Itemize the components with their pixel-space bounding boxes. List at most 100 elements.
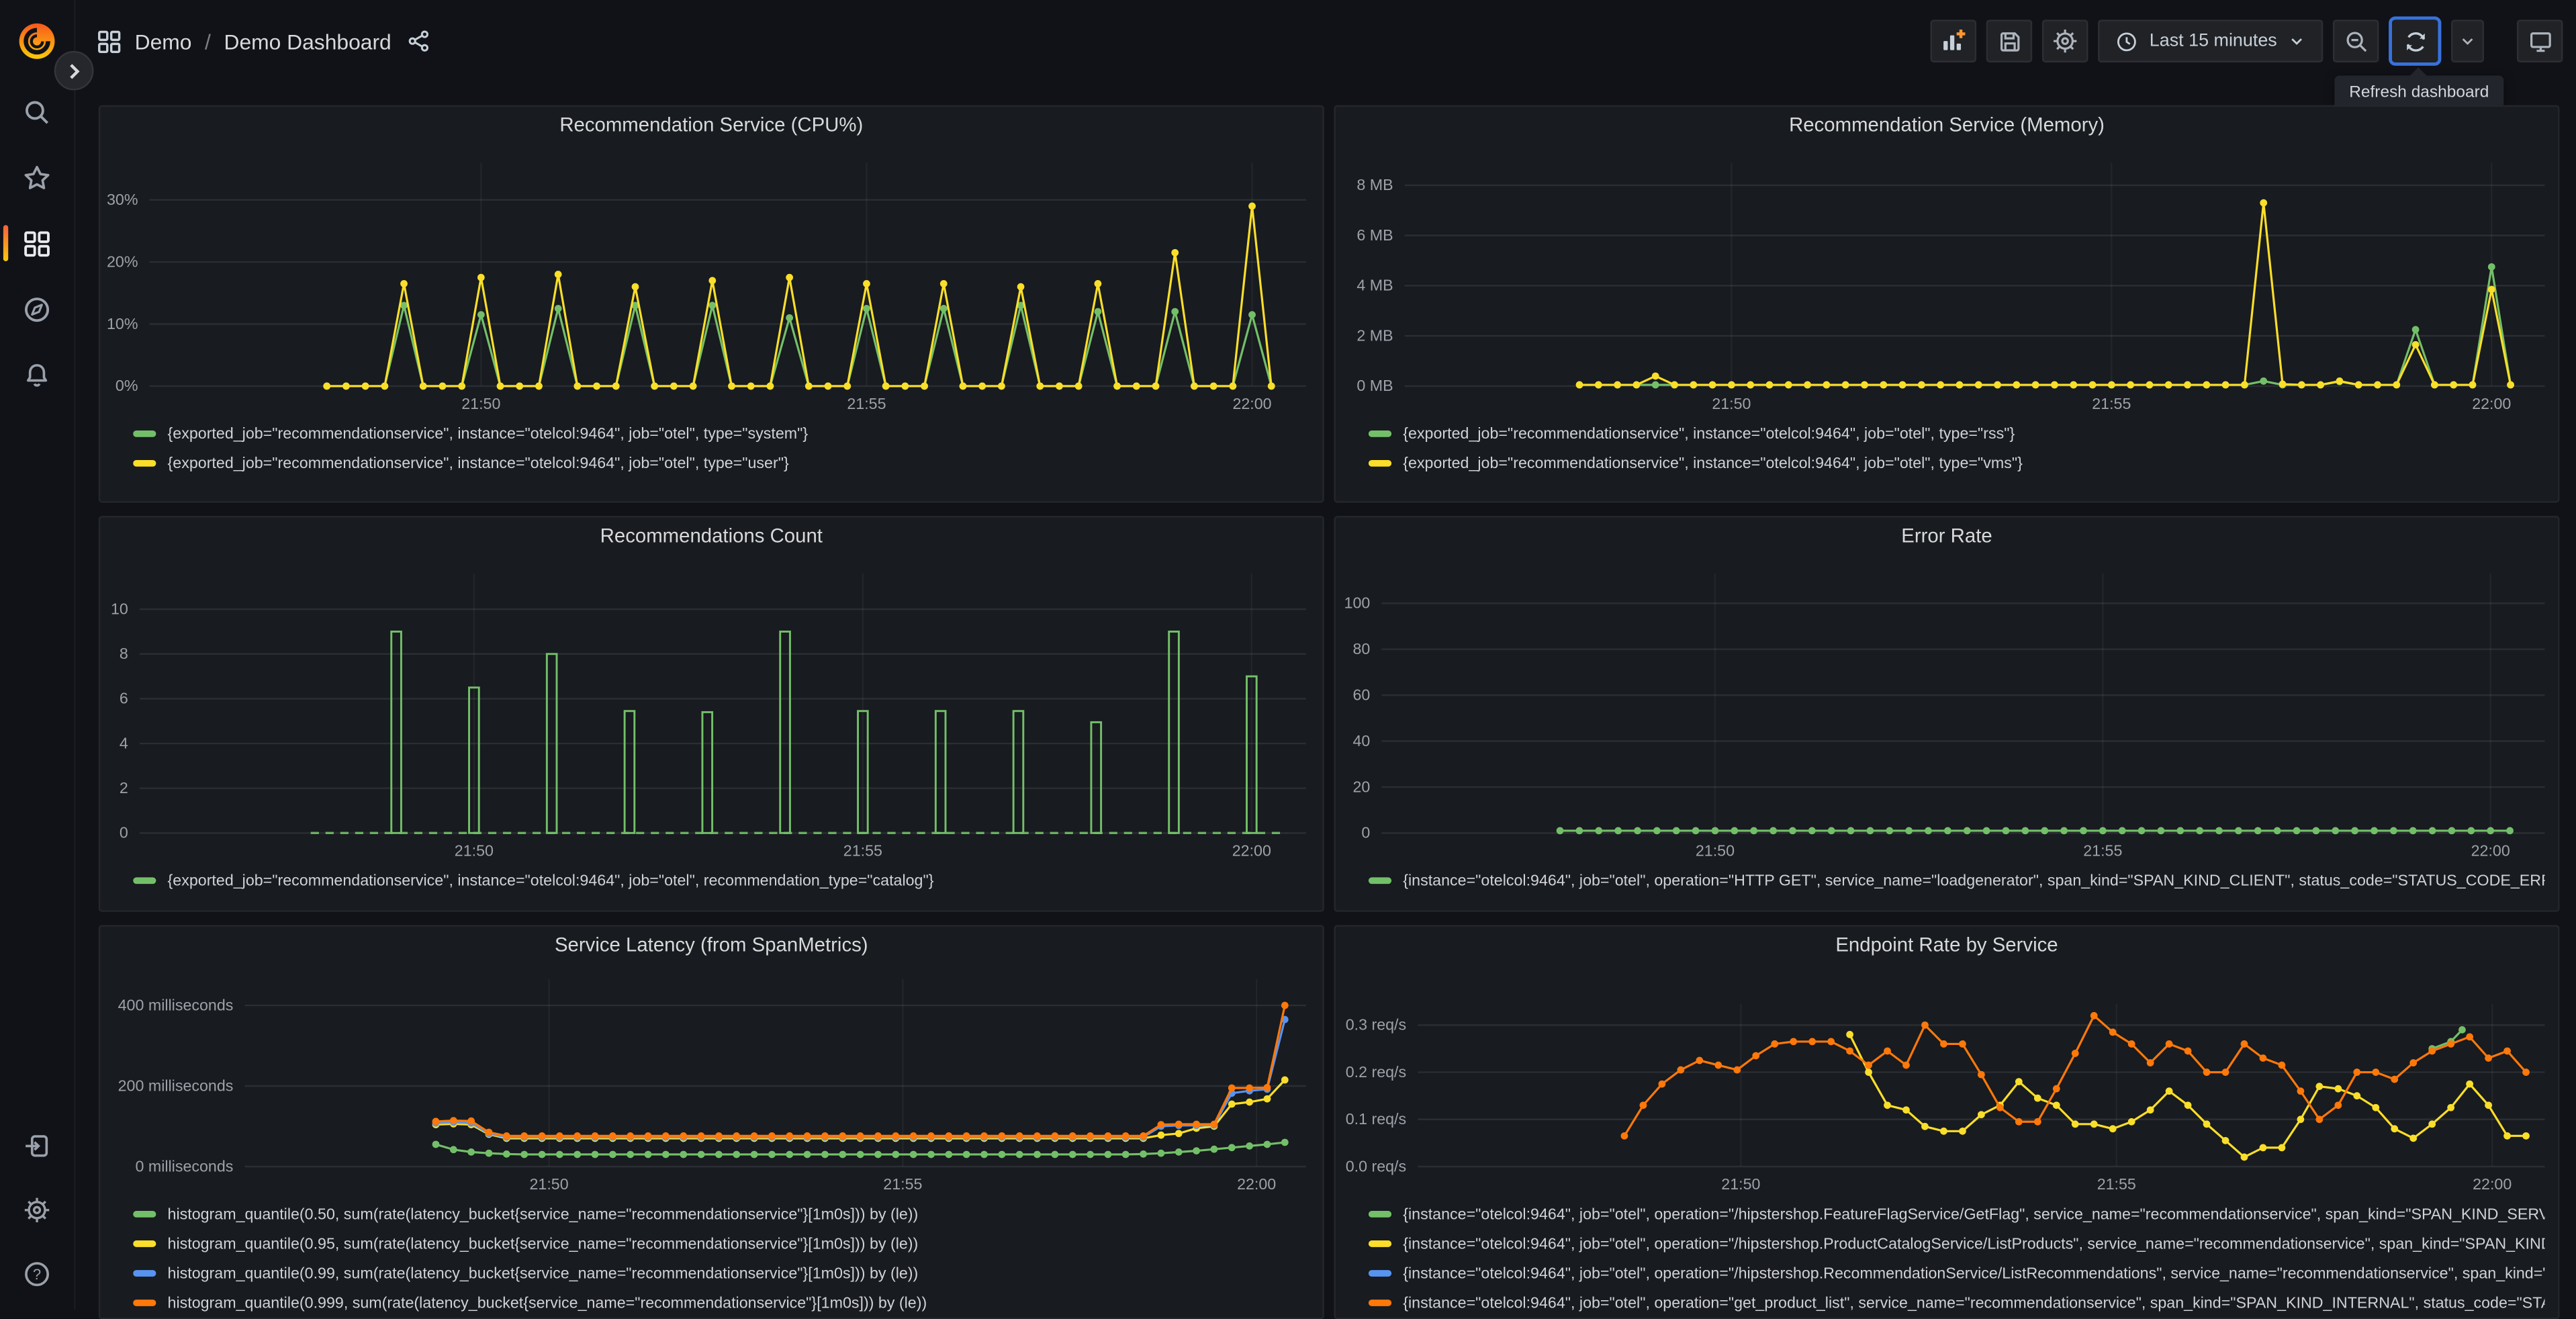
svg-text:22:00: 22:00	[2471, 842, 2510, 860]
cpu-chart-canvas[interactable]: 0% 10% 20% 30% 21:50 21:55 22:00	[100, 143, 1322, 419]
legend-swatch	[133, 1300, 156, 1306]
sidebar-item-sign-in[interactable]	[0, 1132, 74, 1158]
svg-text:21:55: 21:55	[843, 842, 882, 860]
legend-swatch	[1368, 430, 1392, 437]
endpoint-rate-chart-legend: {instance="otelcol:9464", job="otel", op…	[1336, 1199, 2558, 1318]
sidebar-item-configuration[interactable]	[0, 1196, 74, 1222]
legend-item[interactable]: {instance="otelcol:9464", job="otel", op…	[1368, 1229, 2545, 1259]
legend-label: {exported_job="recommendationservice", i…	[167, 424, 809, 443]
panel-title[interactable]: Service Latency (from SpanMetrics)	[100, 927, 1322, 963]
legend-item[interactable]: {exported_job="recommendationservice", i…	[1368, 419, 2545, 449]
panel-title[interactable]: Recommendations Count	[100, 518, 1322, 554]
legend-item[interactable]: {instance="otelcol:9464", job="otel", op…	[1368, 1199, 2545, 1229]
legend-item[interactable]: histogram_quantile(0.999, sum(rate(laten…	[133, 1288, 1309, 1318]
svg-text:4 MB: 4 MB	[1356, 277, 1393, 294]
legend-item[interactable]: {instance="otelcol:9464", job="otel", op…	[1368, 866, 2545, 895]
legend-swatch	[133, 430, 156, 437]
sidebar-item-alerting[interactable]	[0, 361, 74, 388]
legend-label: {instance="otelcol:9464", job="otel", op…	[1403, 1264, 2544, 1283]
svg-text:20%: 20%	[107, 253, 138, 270]
endpoint-rate-chart-canvas[interactable]: 0.0 req/s 0.1 req/s 0.2 req/s 0.3 req/s 21:5…	[1336, 963, 2558, 1199]
legend-label: {instance="otelcol:9464", job="otel", op…	[1403, 1205, 2544, 1224]
svg-text:8: 8	[120, 645, 128, 662]
save-dashboard-button[interactable]	[1986, 19, 2033, 62]
legend-item[interactable]: histogram_quantile(0.50, sum(rate(latenc…	[133, 1199, 1309, 1229]
apps-grid-icon[interactable]	[97, 29, 122, 54]
zoom-out-button[interactable]	[2332, 19, 2379, 62]
share-icon[interactable]	[408, 30, 430, 52]
legend-item[interactable]: {instance="otelcol:9464", job="otel", op…	[1368, 1288, 2545, 1318]
svg-text:21:55: 21:55	[2083, 842, 2122, 860]
error-rate-chart-canvas[interactable]: 0 20 40 60 80 100 21:50 21:55 22:00	[1336, 553, 2558, 866]
panel-endpoint-rate: Endpoint Rate by Service 0.0 req/s 0.1 re…	[1334, 925, 2560, 1319]
legend-label: {instance="otelcol:9464", job="otel", op…	[1403, 1234, 2544, 1253]
dashboard-settings-button[interactable]	[2042, 19, 2089, 62]
svg-text:400 milliseconds: 400 milliseconds	[118, 996, 234, 1013]
sidebar: ?	[0, 0, 94, 1310]
svg-text:0 MB: 0 MB	[1356, 377, 1393, 394]
svg-text:22:00: 22:00	[2472, 395, 2511, 412]
legend-item[interactable]: {exported_job="recommendationservice", i…	[133, 449, 1309, 478]
sidebar-item-help[interactable]: ?	[0, 1260, 74, 1287]
breadcrumb-folder[interactable]: Demo	[135, 29, 192, 54]
chevron-down-icon	[2291, 38, 2302, 45]
panel-title[interactable]: Error Rate	[1336, 518, 2558, 554]
svg-text:10: 10	[111, 600, 128, 617]
breadcrumb-dashboard[interactable]: Demo Dashboard	[224, 29, 391, 54]
legend-label: {exported_job="recommendationservice", i…	[1403, 454, 2023, 473]
sidebar-item-search[interactable]	[0, 99, 74, 125]
panel-recommendation-cpu: Recommendation Service (CPU%) 0% 10% 20% 30…	[98, 105, 1324, 503]
panel-title[interactable]: Recommendation Service (Memory)	[1336, 107, 2558, 143]
memory-chart-canvas[interactable]: 0 MB 2 MB 4 MB 6 MB 8 MB 21:50 21:55 22:00	[1336, 143, 2558, 419]
svg-text:100: 100	[1344, 594, 1371, 612]
cpu-chart-legend: {exported_job="recommendationservice", i…	[100, 419, 1322, 478]
svg-text:40: 40	[1352, 732, 1370, 749]
kiosk-mode-button[interactable]	[2516, 19, 2563, 62]
panel-title[interactable]: Recommendation Service (CPU%)	[100, 107, 1322, 143]
refresh-button-focus-ring	[2389, 16, 2442, 66]
svg-text:21:55: 21:55	[883, 1175, 922, 1193]
legend-swatch	[1368, 1240, 1392, 1247]
count-chart-canvas[interactable]: 0 2 4 6 8 10 21:50 21:55 22:00	[100, 553, 1322, 866]
legend-item[interactable]: {exported_job="recommendationservice", i…	[133, 419, 1309, 449]
refresh-interval-dropdown[interactable]	[2451, 19, 2485, 62]
toolbar: Last 15 minutes	[1931, 16, 2563, 66]
add-panel-button[interactable]	[1931, 19, 1977, 62]
grafana-logo-icon[interactable]	[15, 18, 59, 62]
legend-item[interactable]: histogram_quantile(0.95, sum(rate(latenc…	[133, 1229, 1309, 1259]
legend-item[interactable]: {exported_job="recommendationservice", i…	[133, 866, 1309, 895]
svg-text:21:50: 21:50	[1712, 395, 1751, 412]
legend-label: histogram_quantile(0.95, sum(rate(latenc…	[167, 1234, 919, 1253]
svg-text:30%: 30%	[107, 191, 138, 208]
sidebar-item-starred[interactable]	[0, 165, 74, 191]
sidebar-expand-button[interactable]	[54, 50, 94, 91]
svg-text:0 milliseconds: 0 milliseconds	[135, 1157, 233, 1175]
latency-chart-canvas[interactable]: 0 milliseconds 200 milliseconds 400 millis…	[100, 963, 1322, 1199]
svg-text:80: 80	[1352, 640, 1370, 657]
legend-item[interactable]: {instance="otelcol:9464", job="otel", op…	[1368, 1259, 2545, 1288]
svg-text:0: 0	[120, 824, 128, 842]
svg-text:0.0 req/s: 0.0 req/s	[1346, 1157, 1406, 1175]
legend-swatch	[1368, 1300, 1392, 1306]
panel-recommendations-count: Recommendations Count 0 2 4 6 8 10 21:50 21:55 2…	[98, 516, 1324, 912]
legend-label: histogram_quantile(0.99, sum(rate(latenc…	[167, 1264, 919, 1283]
legend-item[interactable]: histogram_quantile(0.99, sum(rate(latenc…	[133, 1259, 1309, 1288]
top-navigation: Demo / Demo Dashboard Last 15 minutes Re…	[74, 0, 2576, 110]
svg-text:20: 20	[1352, 778, 1370, 795]
legend-swatch	[133, 1211, 156, 1218]
svg-text:21:55: 21:55	[2092, 395, 2131, 412]
svg-text:0.2 req/s: 0.2 req/s	[1346, 1063, 1406, 1081]
svg-text:2: 2	[120, 779, 128, 797]
svg-text:21:50: 21:50	[529, 1175, 568, 1193]
panel-recommendation-memory: Recommendation Service (Memory) 0 MB 2 MB…	[1334, 105, 2560, 503]
panel-title[interactable]: Endpoint Rate by Service	[1336, 927, 2558, 963]
sidebar-item-explore[interactable]	[0, 295, 74, 322]
legend-item[interactable]: {exported_job="recommendationservice", i…	[1368, 449, 2545, 478]
refresh-dashboard-button[interactable]	[2392, 19, 2438, 62]
sidebar-item-dashboards[interactable]	[0, 225, 74, 261]
time-range-label: Last 15 minutes	[2149, 31, 2277, 51]
clock-icon	[2117, 32, 2137, 51]
svg-text:?: ?	[33, 1266, 41, 1283]
time-range-picker[interactable]: Last 15 minutes	[2098, 19, 2324, 62]
svg-text:0%: 0%	[116, 377, 138, 394]
